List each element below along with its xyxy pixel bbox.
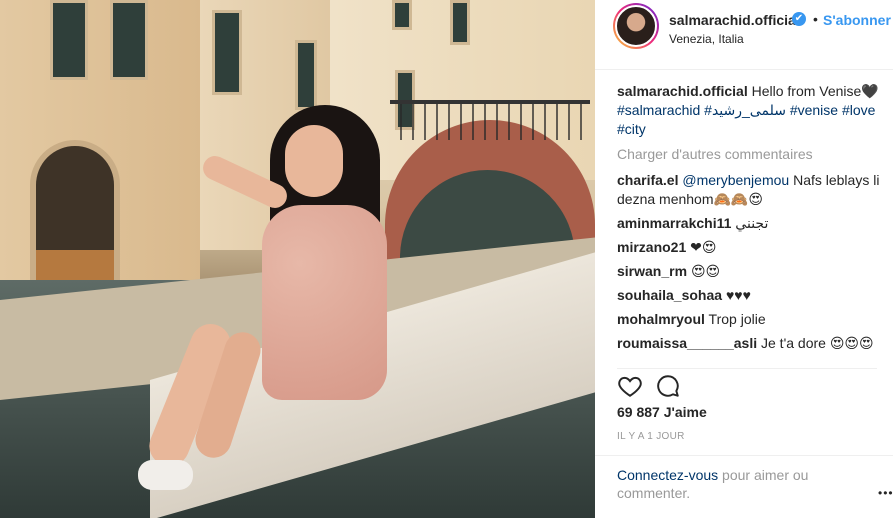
hashtag[interactable]: #love xyxy=(842,102,875,118)
post-side-panel: salmarachid.official ✔ • S'abonner Venez… xyxy=(595,0,893,532)
avatar-image xyxy=(615,5,657,47)
comment-item: 😍😍 xyxy=(617,358,885,360)
comment-username[interactable]: roumaissa______asli xyxy=(617,335,757,351)
post-actions xyxy=(617,368,877,398)
bridge-railing xyxy=(390,100,590,140)
comments-list[interactable]: salmarachid.official Hello from Venise🖤 … xyxy=(617,82,885,360)
person-shoe xyxy=(138,460,193,490)
comment-mention[interactable]: @merybenjemou xyxy=(682,172,789,188)
avatar[interactable] xyxy=(613,3,659,49)
comment-username[interactable]: aminmarrakchi11 xyxy=(617,215,731,231)
username-link[interactable]: salmarachid.official xyxy=(669,12,800,28)
login-prompt: Connectez-vous pour aimer ou commenter. xyxy=(617,466,827,502)
comment-text: 😍😍 xyxy=(690,263,721,279)
window xyxy=(50,0,88,80)
window xyxy=(295,40,317,110)
comment-username[interactable]: charifa.el xyxy=(617,172,678,188)
login-link[interactable]: Connectez-vous xyxy=(617,467,718,483)
hashtag[interactable]: #سلمى_رشيد xyxy=(704,102,786,118)
window xyxy=(392,0,412,30)
window xyxy=(450,0,470,45)
hashtag[interactable]: #venise xyxy=(790,102,838,118)
comment-item: aminmarrakchi11 تجنني xyxy=(617,214,885,233)
comment-item: roumaissa______asli Je t'a dore 😍😍😍 xyxy=(617,334,885,353)
comment-text: Je t'a dore 😍😍😍 xyxy=(761,335,874,351)
wooden-door xyxy=(36,250,114,280)
comment-username[interactable]: mirzano21 xyxy=(617,239,686,255)
follow-button[interactable]: S'abonner xyxy=(823,12,891,28)
window xyxy=(212,10,242,95)
caption-emoji: 🖤 xyxy=(861,83,879,99)
comment-item: sirwan_rm 😍😍 xyxy=(617,262,885,281)
separator-dot: • xyxy=(813,11,818,27)
person-dress xyxy=(262,205,387,400)
hashtag[interactable]: #city xyxy=(617,121,646,137)
post-photo[interactable] xyxy=(0,0,595,518)
heart-icon[interactable] xyxy=(617,373,643,399)
comment-item: charifa.el @merybenjemou Nafs leblays li… xyxy=(617,171,885,209)
likes-count[interactable]: 69 887 J'aime xyxy=(617,404,707,420)
load-more-comments-button[interactable]: Charger d'autres commentaires xyxy=(617,146,885,162)
comment-text: ❤😍 xyxy=(690,239,717,255)
comment-username[interactable]: mohalmryoul xyxy=(617,311,705,327)
comment-username[interactable]: souhaila_sohaa xyxy=(617,287,722,303)
location-link[interactable]: Venezia, Italia xyxy=(669,32,744,46)
comment-item: mohalmryoul Trop jolie xyxy=(617,310,885,329)
verified-badge-icon: ✔ xyxy=(792,12,806,26)
post-caption: salmarachid.official Hello from Venise🖤 … xyxy=(617,82,885,139)
post-timestamp: IL Y A 1 JOUR xyxy=(617,431,685,442)
comment-item: mirzano21 ❤😍 xyxy=(617,238,885,257)
window xyxy=(110,0,148,80)
comment-item: souhaila_sohaa ♥♥♥ xyxy=(617,286,885,305)
comment-text: ♥♥♥ xyxy=(725,287,751,303)
comment-text: 😍😍 xyxy=(617,359,646,360)
comment-text: تجنني xyxy=(735,215,769,231)
more-options-icon[interactable]: ••• xyxy=(878,486,893,500)
comment-icon[interactable] xyxy=(655,373,681,399)
hashtag[interactable]: #salmarachid xyxy=(617,102,700,118)
caption-username[interactable]: salmarachid.official xyxy=(617,83,748,99)
comment-username[interactable]: sirwan_rm xyxy=(617,263,687,279)
post-header: salmarachid.official ✔ • S'abonner Venez… xyxy=(595,0,893,70)
post-footer: Connectez-vous pour aimer ou commenter. … xyxy=(595,455,893,532)
comment-text: Trop jolie xyxy=(708,311,766,327)
person-face xyxy=(285,125,343,197)
caption-text: Hello from Venise xyxy=(751,83,862,99)
